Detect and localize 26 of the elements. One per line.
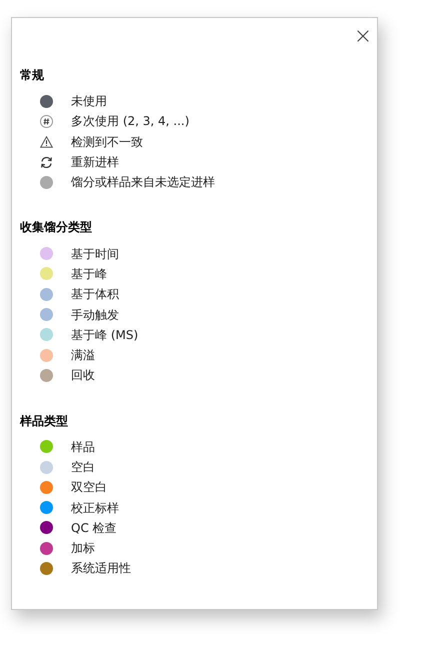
legend-label: 基于体积 — [71, 286, 119, 304]
legend-label: 未使用 — [71, 93, 107, 110]
legend-label: 手动触发 — [71, 306, 119, 324]
legend-label: 空白 — [71, 459, 95, 476]
refresh-icon — [40, 156, 52, 169]
warning-icon — [40, 136, 52, 148]
legend-label: 双空白 — [71, 479, 107, 496]
legend-label: 检测到不一致 — [71, 134, 143, 151]
legend-label: 重新进样 — [71, 154, 119, 172]
legend-label: 基于峰 — [71, 266, 107, 283]
legend-label: 系统适用性 — [71, 560, 131, 578]
close-button[interactable]: × — [353, 26, 373, 48]
legend-label: 样品 — [71, 438, 95, 456]
legend-label: 回收 — [71, 367, 95, 384]
section-heading: 常规 — [20, 67, 45, 84]
hash-circle-icon — [40, 114, 52, 128]
legend-label: QC 检查 — [71, 520, 117, 537]
section-heading: 收集馏分类型 — [20, 219, 93, 236]
legend-label: 基于峰 (MS) — [71, 326, 138, 344]
legend-label: 多次使用 (2, 3, 4, ...) — [71, 113, 190, 130]
legend-label: 馏分或样品来自未选定进样 — [71, 174, 215, 192]
section-heading: 样品类型 — [20, 412, 69, 430]
legend-label: 校正标样 — [71, 500, 119, 517]
legend-label: 加标 — [71, 540, 95, 558]
legend-label: 满溢 — [71, 347, 95, 364]
legend-label: 基于时间 — [71, 246, 119, 263]
